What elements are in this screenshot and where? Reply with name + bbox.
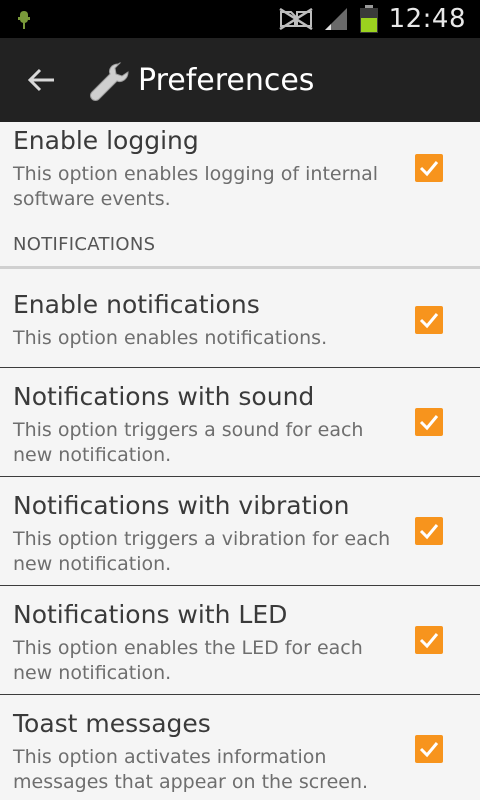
preferences-list[interactable]: Enable logging This option enables loggi… bbox=[0, 122, 480, 800]
pref-title: Toast messages bbox=[13, 709, 211, 738]
status-time: 12:48 bbox=[388, 4, 466, 34]
pref-notifications-vibration[interactable]: Notifications with vibration This option… bbox=[0, 477, 480, 585]
action-bar: Preferences bbox=[0, 38, 480, 122]
signal-icon bbox=[324, 8, 347, 30]
page-title: Preferences bbox=[138, 63, 315, 98]
check-icon bbox=[419, 742, 439, 758]
status-icons: 12:48 bbox=[278, 0, 466, 38]
checkbox[interactable] bbox=[415, 517, 443, 545]
pref-summary: This option enables the LED for each new… bbox=[13, 637, 363, 684]
check-icon bbox=[419, 161, 439, 177]
pref-notifications-sound[interactable]: Notifications with sound This option tri… bbox=[0, 368, 480, 476]
category-header: NOTIFICATIONS bbox=[13, 234, 156, 255]
pref-summary: This option activates information messag… bbox=[13, 746, 369, 793]
pref-summary: This option triggers a sound for each ne… bbox=[13, 419, 364, 466]
usb-debug-icon bbox=[18, 11, 30, 29]
battery-icon bbox=[359, 5, 378, 33]
pref-title: Notifications with vibration bbox=[13, 491, 350, 520]
check-icon bbox=[419, 524, 439, 540]
checkbox[interactable] bbox=[415, 154, 443, 182]
checkbox[interactable] bbox=[415, 306, 443, 334]
check-icon bbox=[419, 313, 439, 329]
pref-title: Enable notifications bbox=[13, 290, 260, 319]
pref-summary: This option enables notifications. bbox=[13, 327, 328, 349]
pref-enable-logging[interactable]: Enable logging This option enables loggi… bbox=[0, 122, 480, 218]
check-icon bbox=[419, 633, 439, 649]
checkbox[interactable] bbox=[415, 626, 443, 654]
status-bar: 12:48 bbox=[0, 0, 480, 38]
pref-summary: This option enables logging of internal … bbox=[13, 163, 379, 210]
wrench-icon bbox=[90, 62, 129, 101]
checkbox[interactable] bbox=[415, 408, 443, 436]
category-divider bbox=[0, 266, 480, 269]
pref-toast-messages[interactable]: Toast messages This option activates inf… bbox=[0, 695, 480, 800]
pref-title: Enable logging bbox=[13, 126, 199, 155]
pref-notifications-led[interactable]: Notifications with LED This option enabl… bbox=[0, 586, 480, 694]
checkbox[interactable] bbox=[415, 735, 443, 763]
check-icon bbox=[419, 415, 439, 431]
back-arrow-icon[interactable] bbox=[26, 64, 58, 96]
pref-enable-notifications[interactable]: Enable notifications This option enables… bbox=[0, 270, 480, 366]
pref-title: Notifications with LED bbox=[13, 600, 288, 629]
no-sim-icon bbox=[278, 8, 313, 30]
pref-title: Notifications with sound bbox=[13, 382, 315, 411]
pref-summary: This option triggers a vibration for eac… bbox=[13, 528, 391, 575]
